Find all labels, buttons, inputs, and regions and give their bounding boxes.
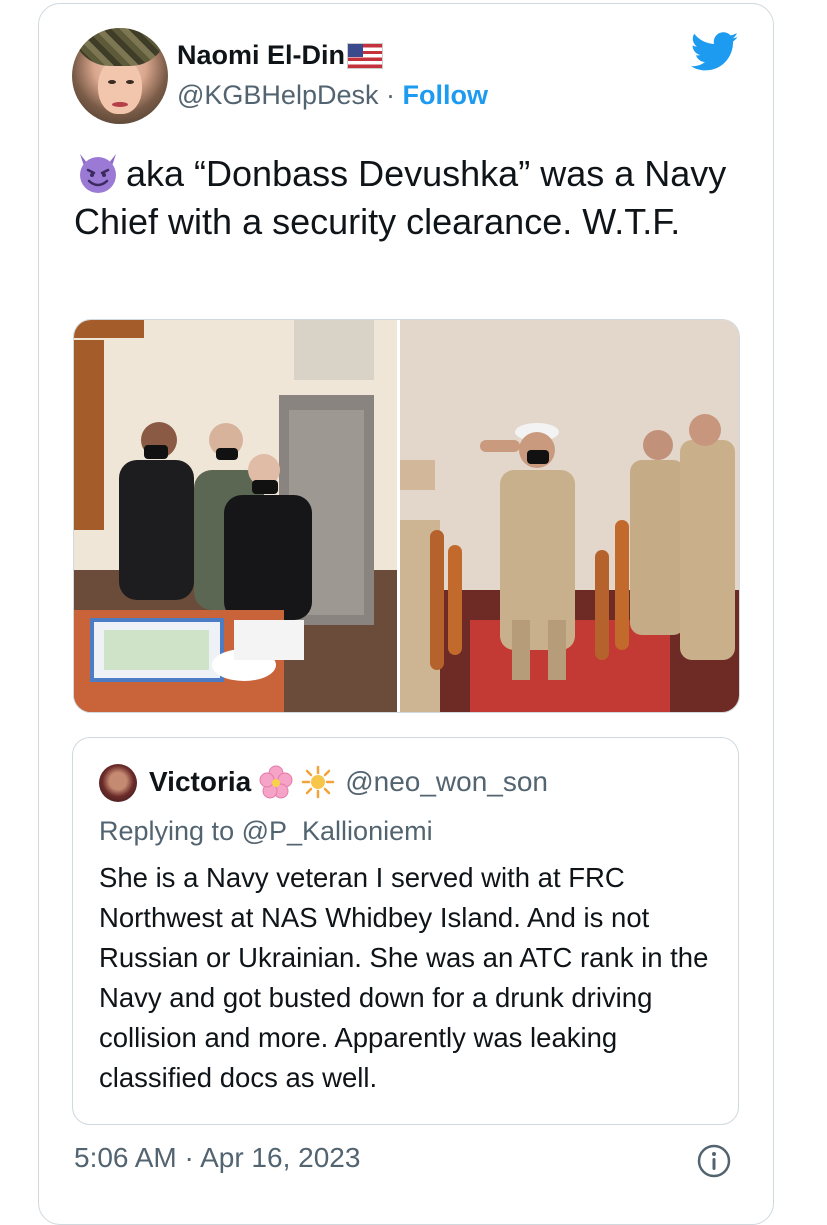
- sun-icon: [301, 765, 335, 799]
- replying-to-line: Replying to @P_Kallioniemi: [99, 816, 433, 847]
- author-name-row[interactable]: Naomi El-Din: [177, 40, 384, 71]
- cherry-blossom-icon: [259, 765, 293, 799]
- replying-to-handle[interactable]: @P_Kallioniemi: [242, 816, 433, 846]
- follow-button[interactable]: Follow: [403, 80, 488, 110]
- tweet-body: aka “Donbass Devushka” was a Navy Chief …: [74, 150, 744, 246]
- quoted-header: Victoria @neo_won_son: [149, 765, 548, 799]
- quoted-tweet[interactable]: Victoria @neo_won_son Replying to @P_Kal…: [72, 737, 739, 1125]
- tweet-media[interactable]: [73, 319, 740, 713]
- ceremony-salute-photo[interactable]: [400, 320, 739, 712]
- tweet-timestamp[interactable]: 5:06 AM · Apr 16, 2023: [74, 1142, 360, 1174]
- us-flag-icon: [347, 42, 384, 69]
- cake-cutting-illustration: [74, 320, 397, 712]
- author-handle-row: @KGBHelpDesk · Follow: [177, 80, 488, 111]
- avatar-lips: [112, 102, 128, 107]
- quoted-text: She is a Navy veteran I served with at F…: [99, 862, 709, 1093]
- separator-dot: ·: [386, 80, 395, 110]
- quoted-author-avatar[interactable]: [99, 764, 137, 802]
- avatar-eye: [126, 80, 134, 84]
- quoted-author-handle[interactable]: @neo_won_son: [345, 766, 548, 798]
- info-icon[interactable]: [696, 1143, 732, 1179]
- author-name[interactable]: Naomi El-Din: [177, 40, 345, 71]
- replying-to-prefix: Replying to: [99, 816, 242, 846]
- tweet-text: aka “Donbass Devushka” was a Navy Chief …: [74, 153, 727, 242]
- author-handle[interactable]: @KGBHelpDesk: [177, 80, 378, 110]
- twitter-bird-icon[interactable]: [691, 32, 739, 72]
- quoted-author-name[interactable]: Victoria: [149, 766, 251, 798]
- avatar-headscarf: [72, 28, 168, 66]
- cake-cutting-photo[interactable]: [74, 320, 397, 712]
- author-avatar[interactable]: [72, 28, 168, 124]
- ceremony-illustration: [400, 320, 739, 712]
- avatar-eye: [108, 80, 116, 84]
- smiling-devil-icon: [80, 154, 116, 193]
